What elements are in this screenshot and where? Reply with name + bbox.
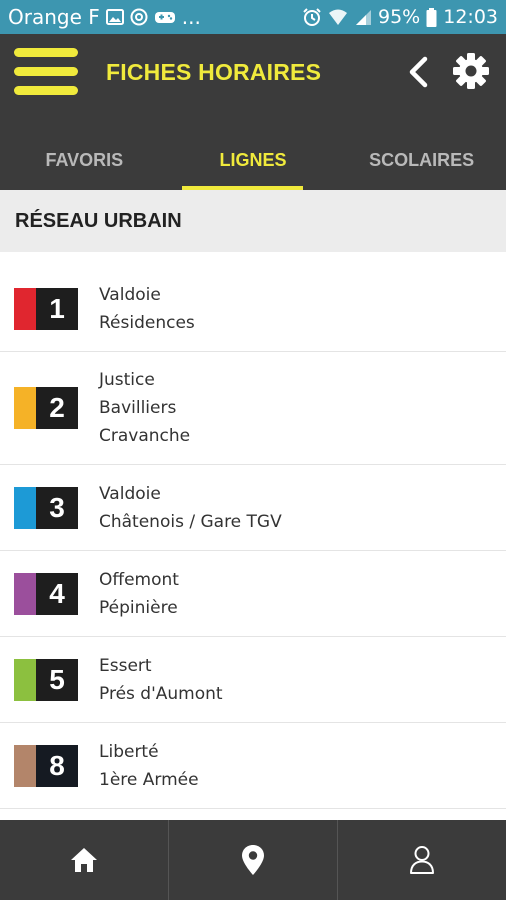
line-stops: Valdoie Châtenois / Gare TGV <box>99 480 282 536</box>
line-number: 5 <box>36 658 78 701</box>
line-color-swatch <box>14 486 36 529</box>
game-icon <box>154 9 176 25</box>
page-title: FICHES HORAIRES <box>106 58 322 85</box>
stop-name: Valdoie <box>99 483 161 504</box>
line-row-3[interactable]: 3 Valdoie Châtenois / Gare TGV <box>0 465 506 551</box>
battery-percent: 95% <box>378 6 421 28</box>
line-row-1[interactable]: 1 Valdoie Résidences <box>0 266 506 352</box>
line-stops: Valdoie Résidences <box>99 281 195 337</box>
home-icon <box>71 848 97 872</box>
line-color-swatch <box>14 658 36 701</box>
stop-name: Bavilliers <box>99 398 177 418</box>
line-number: 4 <box>36 572 78 615</box>
stop-name: Cravanche <box>99 426 191 446</box>
battery-icon <box>426 7 437 27</box>
map-pin-icon <box>242 845 264 875</box>
gallery-icon <box>105 9 124 25</box>
line-stops: Essert Prés d'Aumont <box>99 652 223 708</box>
line-badge: 1 <box>14 287 78 330</box>
tab-bar: FAVORIS LIGNES SCOLAIRES <box>0 110 506 190</box>
wifi-icon <box>328 8 348 26</box>
section-header: RÉSEAU URBAIN <box>0 190 506 252</box>
tab-lignes[interactable]: LIGNES <box>169 110 338 190</box>
line-number: 2 <box>36 387 78 429</box>
clock: 12:03 <box>443 6 498 28</box>
line-stops: Offemont Pépinière <box>99 566 179 622</box>
line-stops: Liberté 1ère Armée <box>99 738 199 794</box>
line-color-swatch <box>14 387 36 429</box>
line-color-swatch <box>14 744 36 787</box>
menu-icon[interactable] <box>14 48 78 96</box>
line-badge: 3 <box>14 486 78 529</box>
status-left: Orange F ... <box>8 5 201 29</box>
stop-name: Prés d'Aumont <box>99 683 223 704</box>
line-badge: 5 <box>14 658 78 701</box>
settings-button[interactable] <box>450 50 492 92</box>
stop-name: Liberté <box>99 741 159 762</box>
app-header: FICHES HORAIRES <box>0 34 506 110</box>
line-row-8[interactable]: 8 Liberté 1ère Armée <box>0 723 506 809</box>
nav-home-button[interactable] <box>0 820 169 900</box>
copyright-icon <box>130 8 148 26</box>
signal-icon <box>354 8 372 26</box>
nav-map-button[interactable] <box>169 820 338 900</box>
line-list: 1 Valdoie Résidences 2 Justice Bavillier… <box>0 266 506 809</box>
stop-name: Résidences <box>99 312 195 333</box>
carrier-label: Orange F <box>8 5 100 29</box>
line-row-2[interactable]: 2 Justice Bavilliers Cravanche <box>0 352 506 465</box>
line-badge: 2 <box>14 387 78 429</box>
stop-name: Essert <box>99 655 152 676</box>
tab-scolaires[interactable]: SCOLAIRES <box>337 110 506 190</box>
more-notifications-dots: ... <box>181 5 201 29</box>
line-number: 1 <box>36 287 78 330</box>
stop-name: 1ère Armée <box>99 769 199 790</box>
stop-name: Offemont <box>99 569 179 590</box>
line-color-swatch <box>14 287 36 330</box>
line-stops: Justice Bavilliers Cravanche <box>99 366 190 450</box>
stop-name: Pépinière <box>99 597 178 618</box>
status-right: 95% 12:03 <box>302 6 498 28</box>
chevron-left-icon <box>409 56 428 88</box>
stop-name: Valdoie <box>99 284 161 305</box>
alarm-icon <box>302 7 322 27</box>
user-icon <box>410 846 434 874</box>
line-row-5[interactable]: 5 Essert Prés d'Aumont <box>0 637 506 723</box>
line-badge: 4 <box>14 572 78 615</box>
line-color-swatch <box>14 572 36 615</box>
tab-favoris[interactable]: FAVORIS <box>0 110 169 190</box>
line-number: 8 <box>36 744 78 787</box>
nav-account-button[interactable] <box>338 820 506 900</box>
line-badge: 8 <box>14 744 78 787</box>
back-button[interactable] <box>400 52 440 92</box>
line-row-4[interactable]: 4 Offemont Pépinière <box>0 551 506 637</box>
stop-name: Châtenois / Gare TGV <box>99 511 282 532</box>
stop-name: Justice <box>99 370 155 390</box>
bottom-navigation <box>0 820 506 900</box>
status-bar: Orange F ... 95% 12:03 <box>0 0 506 34</box>
gear-icon <box>453 53 489 89</box>
line-number: 3 <box>36 486 78 529</box>
